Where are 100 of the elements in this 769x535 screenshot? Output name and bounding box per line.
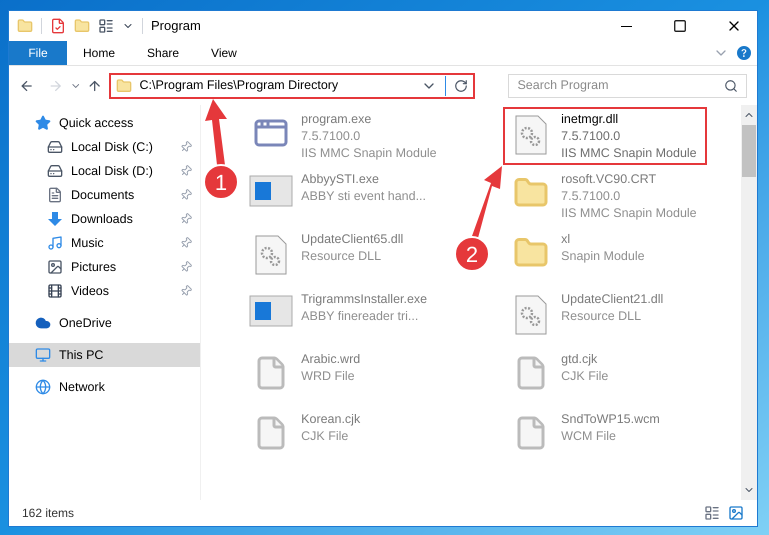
monitor-icon — [35, 347, 51, 363]
scrollbar[interactable] — [741, 105, 757, 500]
file-detail: Snapin Module — [561, 248, 645, 265]
file-detail: ABBY finereader tri... — [301, 308, 420, 325]
ribbon-tab[interactable]: File — [9, 41, 67, 65]
sidebar-label: This PC — [59, 346, 104, 364]
sidebar-label: Pictures — [71, 258, 118, 276]
file-name: TrigrammsInstaller.exe — [301, 291, 428, 308]
file-item[interactable]: UpdateClient21.dll Resource DLL — [505, 289, 672, 343]
window-title: Program — [151, 17, 201, 36]
sidebar-label: Local Disk (D:) — [71, 162, 154, 180]
sidebar-item[interactable]: Network — [9, 375, 200, 399]
gears-file-icon — [255, 235, 288, 275]
refresh-icon[interactable] — [454, 78, 468, 92]
file-detail: Resource DLL — [561, 308, 642, 325]
file-item[interactable]: rosoft.VC90.CRT 7.5.7100.0 IIS MMC Snapin Module — [505, 169, 705, 223]
file-item[interactable]: xl Snapin Module — [505, 229, 653, 283]
file-item[interactable]: UpdateClient65.dll Resource DLL — [245, 229, 412, 283]
folder-icon — [116, 78, 132, 94]
large-icons-view-icon[interactable] — [728, 505, 744, 521]
item-count: 162 items — [22, 505, 74, 522]
file-name: program.exe — [301, 111, 372, 128]
search-input[interactable]: Search Program — [517, 76, 724, 95]
file-detail: WRD File — [301, 368, 356, 385]
file-name: AbbyySTI.exe — [301, 171, 380, 188]
cloud-icon — [35, 315, 51, 331]
file-item[interactable]: TrigrammsInstaller.exe ABBY finereader tri... — [245, 289, 436, 343]
file-item[interactable]: gtd.cjk CJK File — [505, 349, 616, 403]
download-arrow-icon — [47, 211, 63, 227]
ribbon-tab[interactable]: View — [195, 41, 253, 65]
search-field[interactable]: Search Program — [508, 74, 747, 98]
file-name: gtd.cjk — [561, 351, 598, 368]
file-detail: 7.5.7100.0 — [301, 128, 362, 145]
gears-file-icon — [515, 115, 548, 155]
file-item[interactable]: Korean.cjk CJK File — [245, 409, 368, 463]
scroll-thumb[interactable] — [742, 125, 756, 177]
sidebar-item[interactable]: OneDrive — [9, 311, 200, 335]
sidebar-item[interactable]: Videos — [9, 279, 200, 303]
file-detail: IIS MMC Snapin Module — [301, 145, 437, 162]
picture-icon — [47, 259, 63, 275]
sidebar-item[interactable]: Documents — [9, 183, 200, 207]
globe-icon — [35, 379, 51, 395]
file-detail: CJK File — [301, 428, 350, 445]
arrow — [470, 166, 504, 238]
file-detail: IIS MMC Snapin Module — [561, 205, 697, 222]
file-detail: 7.5.7100.0 — [561, 128, 622, 145]
file-name: inetmgr.dll — [561, 111, 620, 128]
sidebar-item[interactable]: Quick access — [9, 111, 200, 135]
sidebar-label: Downloads — [71, 210, 134, 228]
window-icon — [249, 295, 294, 327]
drive-icon — [47, 139, 63, 155]
sidebar-item[interactable]: Local Disk (D:) — [9, 159, 200, 183]
sidebar-item[interactable]: Downloads — [9, 207, 200, 231]
ribbon-tab[interactable]: Share — [131, 41, 196, 65]
document-icon — [47, 187, 63, 203]
sidebar-item[interactable]: Local Disk (C:) — [9, 135, 200, 159]
file-detail: 7.5.7100.0 — [561, 188, 622, 205]
music-note-icon — [47, 235, 63, 251]
sidebar-label: Documents — [71, 186, 136, 204]
drive-icon — [47, 163, 63, 179]
file-name: Korean.cjk — [301, 411, 360, 428]
address-bar[interactable]: C:\Program Files\Program Directory — [108, 72, 476, 98]
sidebar-item[interactable]: Music — [9, 231, 200, 255]
file-detail: ABBY sti event hand... — [301, 188, 426, 205]
film-icon — [47, 283, 63, 299]
details-view-icon[interactable] — [704, 505, 720, 521]
file-item[interactable]: AbbyySTI.exe ABBY sti event hand... — [245, 169, 434, 223]
sidebar-item[interactable]: Pictures — [9, 255, 200, 279]
file-detail: WCM File — [561, 428, 618, 445]
file-name: Arabic.wrd — [301, 351, 360, 368]
maximize-icon — [673, 19, 687, 33]
file-item[interactable]: SndToWP15.wcm WCM File — [505, 409, 668, 463]
file-name: UpdateClient21.dll — [561, 291, 664, 308]
sidebar-label: Local Disk (C:) — [71, 138, 154, 156]
folder-icon — [17, 18, 33, 34]
window-icon — [249, 175, 294, 207]
gears-file-icon — [515, 295, 548, 335]
star-icon — [35, 115, 51, 131]
file-name: xl — [561, 231, 572, 248]
file-name: rosoft.VC90.CRT — [561, 171, 658, 188]
file-name: SndToWP15.wcm — [561, 411, 660, 428]
file-item[interactable]: inetmgr.dll 7.5.7100.0 IIS MMC Snapin Module — [505, 109, 705, 163]
properties-icon[interactable] — [98, 18, 114, 34]
sidebar-label: Quick access — [59, 114, 134, 132]
file-name: UpdateClient65.dll — [301, 231, 404, 248]
sidebar-label: Music — [71, 234, 105, 252]
sidebar-item[interactable]: This PC — [9, 343, 200, 367]
search-icon — [724, 78, 738, 92]
sidebar-label: Network — [59, 378, 106, 396]
file-item[interactable]: Arabic.wrd WRD File — [245, 349, 368, 403]
ribbon-tab[interactable]: Home — [67, 41, 132, 65]
file-detail: CJK File — [561, 368, 608, 385]
sidebar-label: Videos — [71, 282, 110, 300]
address-path: C:\Program Files\Program Directory — [140, 77, 340, 94]
sidebar-label: OneDrive — [59, 314, 113, 332]
file-item[interactable]: program.exe 7.5.7100.0 IIS MMC Snapin Module — [245, 109, 445, 163]
file-detail: IIS MMC Snapin Module — [561, 145, 697, 162]
help-icon[interactable] — [737, 46, 751, 60]
checklist-icon[interactable] — [50, 18, 66, 34]
file-detail: Resource DLL — [301, 248, 382, 265]
